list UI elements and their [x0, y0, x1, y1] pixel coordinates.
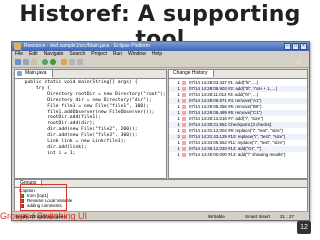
status-insert-mode: Smart Insert: [245, 214, 271, 219]
change-marker-icon: [182, 99, 186, 103]
save-icon[interactable]: [23, 59, 29, 65]
code-line: Directory rootDir = new Directory("root"…: [19, 91, 166, 97]
status-cursor-position: 21 : 27: [280, 214, 295, 219]
change-marker-icon: [182, 111, 186, 115]
change-history-view: Change History 1 07/14 14:28:03.427 #1: a…: [168, 69, 308, 179]
window-titlebar: Resource - dod.sample1/src/Main.java - E…: [12, 42, 309, 51]
minimize-icon[interactable]: –: [284, 43, 291, 50]
change-marker-icon: [182, 141, 186, 145]
forward-icon[interactable]: [77, 59, 83, 65]
menu-edit[interactable]: Edit: [29, 51, 38, 58]
window-title: Resource - dod.sample1/src/Main.java - E…: [24, 43, 150, 49]
run-icon[interactable]: [50, 59, 56, 65]
change-marker-icon: [182, 105, 186, 109]
menu-navigate[interactable]: Navigate: [44, 51, 64, 58]
menu-bar: File Edit Navigate Search Project Run Wi…: [12, 51, 309, 58]
java-file-icon: [17, 71, 22, 76]
history-row[interactable]: 1 07/14 14:40:00.000 #13: add("\" showing…: [169, 152, 307, 158]
tab-label: Main.java: [25, 70, 47, 76]
close-icon[interactable]: ×: [300, 43, 307, 50]
search-icon[interactable]: [61, 59, 67, 65]
change-marker-icon: [182, 117, 186, 121]
code-editor[interactable]: Main.java public static void main(String…: [14, 69, 167, 179]
groups-highlight-box: [20, 184, 67, 211]
change-marker-icon: [182, 129, 186, 133]
change-marker-icon: [182, 135, 186, 139]
perspective-icon[interactable]: [296, 59, 302, 65]
change-marker-icon: [182, 87, 186, 91]
change-marker-icon: [182, 153, 186, 157]
code-line: int i = 1;: [19, 150, 76, 156]
change-marker-icon: [182, 147, 186, 151]
maximize-icon[interactable]: □: [292, 43, 299, 50]
menu-search[interactable]: Search: [69, 51, 85, 58]
change-marker-icon: [182, 81, 186, 85]
slide-number: 12: [297, 221, 311, 234]
history-list: 1 07/14 14:28:03.427 #1: add("hi", ...) 1…: [169, 80, 307, 158]
menu-run[interactable]: Run: [113, 51, 122, 58]
tab-main-java[interactable]: Main.java: [15, 70, 54, 78]
print-icon[interactable]: [31, 59, 37, 65]
back-icon[interactable]: [69, 59, 75, 65]
menu-project[interactable]: Project: [91, 51, 107, 58]
code-text[interactable]: public static void main(String[] args) {…: [19, 80, 166, 157]
menu-file[interactable]: File: [15, 51, 23, 58]
tab-change-history[interactable]: Change History: [169, 70, 215, 77]
change-marker-icon: [182, 93, 186, 97]
menu-help[interactable]: Help: [152, 51, 162, 58]
new-icon[interactable]: [15, 59, 21, 65]
debug-icon[interactable]: [42, 59, 48, 65]
code-line: File file1 = new File("file1", 100);: [19, 103, 149, 109]
code-line: Directory dir = new Directory("dir");: [19, 97, 152, 103]
callout-label: Groups / Switching UI: [0, 211, 88, 221]
toolbar: [12, 58, 309, 68]
app-icon: [14, 43, 21, 50]
menu-window[interactable]: Window: [128, 51, 146, 58]
change-marker-icon: [182, 123, 186, 127]
status-writable: Writable: [208, 214, 225, 219]
